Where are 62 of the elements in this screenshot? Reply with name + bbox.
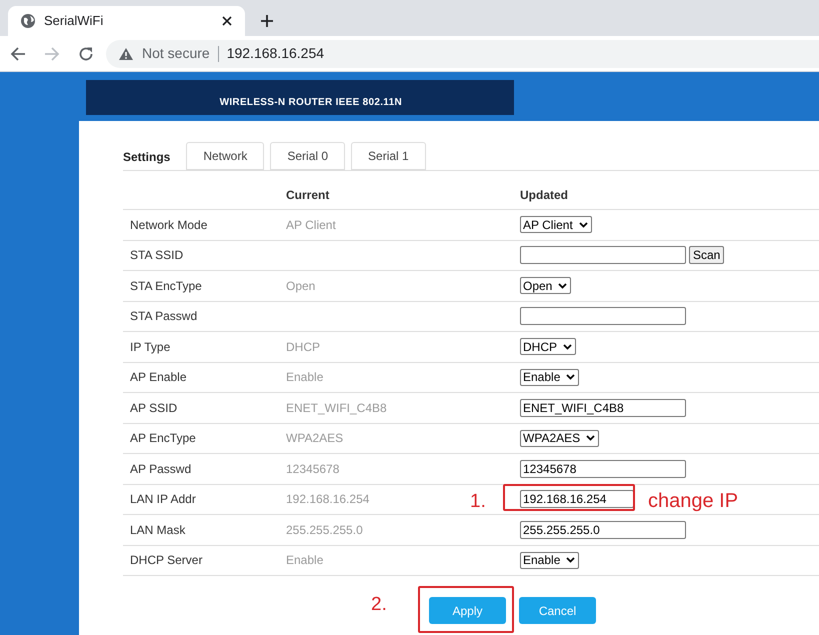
current-value: Enable — [286, 553, 324, 568]
url-text: 192.168.16.254 — [226, 44, 324, 63]
field-label: AP SSID — [130, 400, 178, 415]
select-field[interactable]: Open — [520, 277, 572, 294]
chevron-down-icon — [558, 282, 568, 289]
banner-text: WIRELESS-N ROUTER IEEE 802.11N — [220, 96, 402, 110]
scan-button[interactable]: Scan — [689, 246, 724, 264]
chevron-down-icon — [578, 222, 588, 228]
current-value: Enable — [286, 370, 324, 384]
select-field[interactable]: WPA2AES — [520, 430, 600, 447]
browser-tab[interactable]: SerialWiFi — [8, 6, 245, 36]
input-field[interactable]: ENET_WIFI_C4B8 — [520, 398, 686, 417]
tab[interactable]: Serial 0 — [270, 142, 346, 170]
field-label: STA SSID — [130, 248, 184, 262]
column-header: Updated — [520, 187, 568, 204]
step-number: 1. — [470, 490, 486, 514]
tab[interactable]: Network — [186, 142, 264, 170]
annotation-text: change IP — [648, 489, 738, 514]
current-value: WPA2AES — [286, 431, 344, 446]
input-field[interactable]: 12345678 — [520, 460, 686, 478]
select-field[interactable]: AP Client — [520, 216, 592, 234]
current-value: Open — [286, 278, 316, 293]
select-field[interactable]: DHCP — [520, 338, 576, 356]
field-label: AP Enable — [130, 370, 186, 384]
chevron-down-icon — [586, 435, 596, 442]
settings-heading: Settings — [123, 148, 170, 166]
field-label: DHCP Server — [130, 553, 202, 568]
input-field[interactable]: 192.168.16.254 — [520, 490, 634, 508]
close-icon[interactable] — [221, 15, 233, 27]
select-field[interactable]: Enable — [520, 368, 580, 386]
select-field[interactable]: Enable — [520, 552, 580, 569]
field-label: STA Passwd — [130, 309, 198, 324]
chevron-down-icon — [563, 344, 572, 350]
current-value: 192.168.16.254 — [286, 492, 370, 506]
globe-icon — [20, 13, 36, 29]
back-icon[interactable] — [10, 46, 26, 62]
input-field[interactable] — [520, 307, 686, 326]
field-label: LAN IP Addr — [130, 492, 196, 506]
current-value: AP Client — [286, 218, 336, 232]
tab-title: SerialWiFi — [44, 12, 104, 30]
step-number: 2. — [371, 593, 387, 617]
field-label: IP Type — [130, 340, 170, 354]
field-label: Network Mode — [130, 218, 208, 232]
field-label: AP EncType — [130, 431, 196, 446]
current-value: 255.255.255.0 — [286, 522, 363, 537]
tab[interactable]: Serial 1 — [351, 142, 426, 170]
security-label: Not secure — [142, 44, 210, 63]
chevron-down-icon — [566, 374, 576, 380]
chevron-down-icon — [566, 557, 576, 564]
input-field[interactable] — [520, 246, 686, 264]
current-value: DHCP — [286, 340, 320, 354]
input-field[interactable]: 255.255.255.0 — [520, 520, 686, 539]
current-value: 12345678 — [286, 462, 340, 476]
field-label: STA EncType — [130, 278, 202, 293]
reload-icon[interactable] — [78, 46, 94, 62]
new-tab-icon[interactable] — [260, 14, 274, 28]
column-header: Current — [286, 188, 330, 202]
current-value: ENET_WIFI_C4B8 — [286, 400, 387, 415]
field-label: AP Passwd — [130, 462, 192, 476]
field-label: LAN Mask — [130, 522, 186, 537]
warning-icon — [118, 46, 134, 60]
address-bar[interactable]: Not secure 192.168.16.254 — [106, 40, 819, 68]
